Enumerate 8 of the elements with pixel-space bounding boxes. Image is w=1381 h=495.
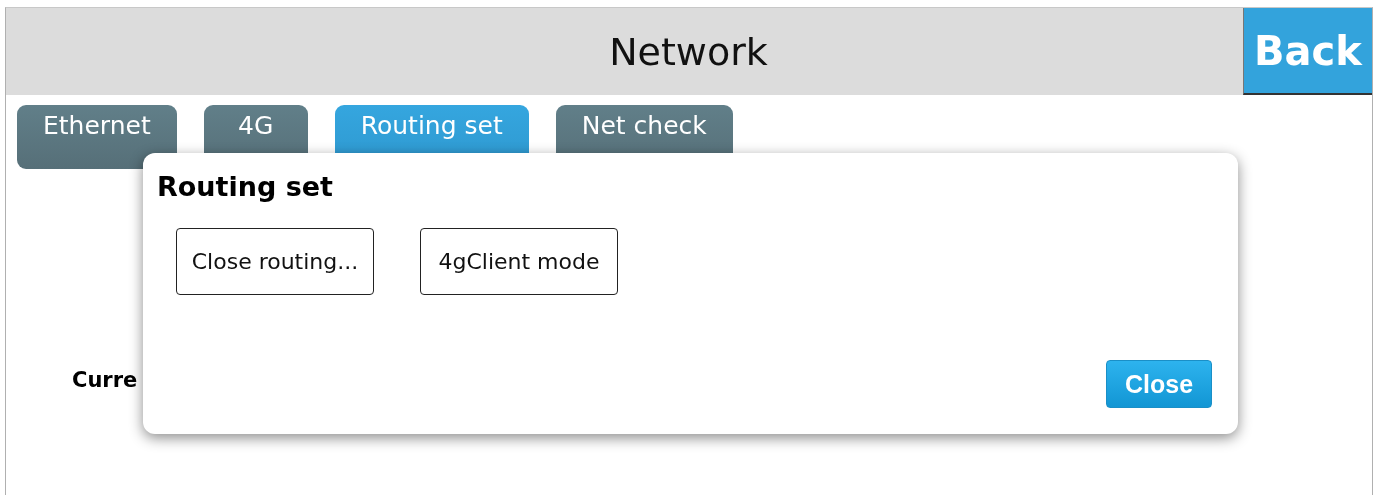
current-label: Curre [72, 368, 138, 392]
back-button[interactable]: Back [1243, 8, 1372, 95]
tab[interactable]: Ethernet [17, 105, 177, 169]
dialog-title: Routing set [157, 171, 334, 202]
close-button[interactable]: Close [1106, 360, 1212, 408]
option-button[interactable]: 4gClient mode [420, 228, 618, 295]
page-title: Network [608, 29, 769, 74]
option-button[interactable]: Close routing... [176, 228, 374, 295]
